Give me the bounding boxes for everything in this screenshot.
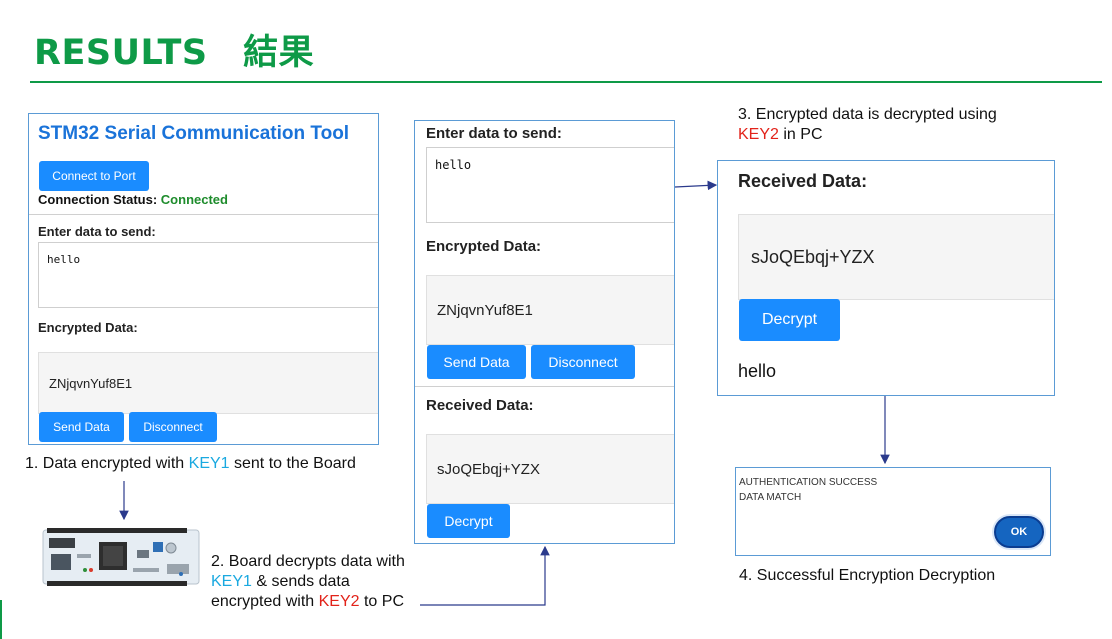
dialog-message-line1: AUTHENTICATION SUCCESS — [739, 477, 878, 488]
caption-step4: 4. Successful Encryption Decryption — [739, 567, 996, 584]
enter-data-label: Enter data to send: — [426, 125, 562, 142]
received-data-label: Received Data: — [738, 171, 868, 191]
caption-line: KEY1 & sends data — [211, 572, 405, 592]
decrypted-output: hello — [738, 361, 777, 381]
connection-status: Connection Status: Connected — [38, 192, 228, 207]
key1-label: KEY1 — [188, 455, 230, 472]
send-data-button[interactable]: Send Data — [39, 412, 124, 442]
encrypted-data-output: ZNjqvnYuf8E1 — [426, 275, 674, 345]
panel-pc-decrypt: Received Data: sJoQEbqj+YZX Decrypt hell… — [717, 160, 1055, 396]
caption-line: 3. Encrypted data is decrypted using — [738, 106, 997, 123]
key1-label: KEY1 — [211, 573, 252, 590]
data-input[interactable]: hello — [426, 147, 674, 223]
dialog-message-line2: DATA MATCH — [739, 492, 802, 503]
received-data-label: Received Data: — [426, 397, 534, 414]
disconnect-button[interactable]: Disconnect — [129, 412, 217, 442]
caption-text: & sends data — [251, 573, 350, 590]
stm32-board-icon — [42, 528, 200, 586]
caption-text: to PC — [359, 593, 404, 610]
decrypt-button[interactable]: Decrypt — [739, 299, 840, 341]
caption-line: KEY2 in PC — [738, 125, 997, 145]
panel-serial-tool: STM32 Serial Communication Tool Connect … — [28, 113, 379, 445]
caption-step1: 1. Data encrypted with KEY1 sent to the … — [25, 454, 356, 474]
divider — [415, 386, 674, 387]
status-value: Connected — [160, 192, 228, 207]
panel-send-receive: Enter data to send: hello Encrypted Data… — [414, 120, 675, 544]
caption-text: in PC — [778, 126, 823, 143]
key2-label: KEY2 — [318, 593, 360, 610]
status-label: Connection Status: — [38, 192, 158, 207]
enter-data-label: Enter data to send: — [38, 224, 156, 239]
encrypted-data-output: ZNjqvnYuf8E1 — [38, 352, 378, 414]
ok-button[interactable]: OK — [994, 516, 1044, 548]
caption-line: 2. Board decrypts data with — [211, 553, 405, 570]
key2-label: KEY2 — [738, 126, 779, 143]
decrypt-button[interactable]: Decrypt — [427, 504, 510, 538]
arrow-panel2-to-panel3 — [674, 180, 718, 191]
app-title: STM32 Serial Communication Tool — [38, 123, 350, 144]
auth-dialog: AUTHENTICATION SUCCESS DATA MATCH OK — [735, 467, 1051, 556]
arrow-board-to-pc — [420, 545, 550, 606]
encrypted-data-label: Encrypted Data: — [426, 238, 542, 255]
data-input[interactable]: hello — [38, 242, 378, 308]
received-data-output: sJoQEbqj+YZX — [426, 434, 674, 504]
caption-text: 1. Data encrypted with — [25, 455, 189, 472]
caption-step3: 3. Encrypted data is decrypted using KEY… — [738, 105, 997, 145]
send-data-button[interactable]: Send Data — [427, 345, 526, 379]
encrypted-data-label: Encrypted Data: — [38, 320, 138, 335]
caption-text: sent to the Board — [229, 455, 356, 472]
caption-line: encrypted with KEY2 to PC — [211, 592, 405, 612]
caption-step2: 2. Board decrypts data with KEY1 & sends… — [211, 552, 405, 612]
connect-port-button[interactable]: Connect to Port — [39, 161, 149, 191]
divider — [29, 214, 378, 215]
disconnect-button[interactable]: Disconnect — [531, 345, 635, 379]
caption-text: encrypted with — [211, 593, 319, 610]
received-data-output: sJoQEbqj+YZX — [738, 214, 1054, 300]
